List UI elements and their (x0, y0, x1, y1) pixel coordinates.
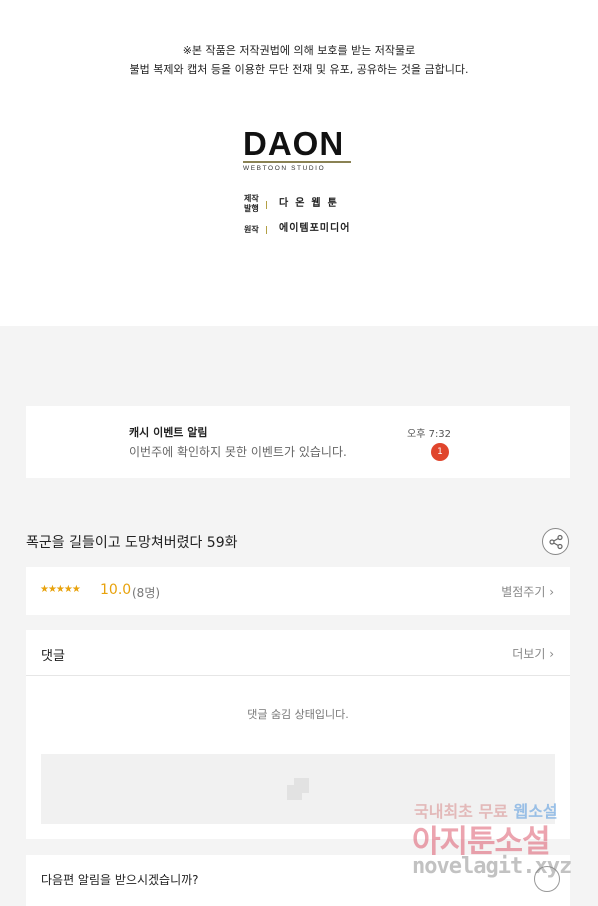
comments-section: 댓글 더보기 › 댓글 숨김 상태입니다. (26, 630, 570, 839)
share-button[interactable] (542, 528, 569, 555)
star-rating-icons: ★★★★★ (40, 584, 81, 595)
credit-separator (266, 201, 267, 209)
comments-more-link[interactable]: 더보기 › (512, 645, 554, 662)
notification-message: 이번주에 확인하지 못한 이벤트가 있습니다. (129, 445, 347, 459)
comments-header: 댓글 (41, 649, 65, 664)
next-episode-alert: 다음편 알림을 받으시겠습니까? (26, 855, 570, 906)
image-placeholder-icon (287, 778, 309, 800)
logo-wordmark: DAON (243, 125, 345, 162)
credit-production: 제작 발행 다온웹툰 (244, 194, 364, 216)
rating-bar: ★★★★★ 10.0 (8명) 별점주기 › (26, 567, 570, 615)
alert-toggle-button[interactable] (534, 866, 560, 892)
credit-label: 원작 (244, 225, 259, 234)
episode-title: 폭군을 길들이고 도망쳐버렸다 59화 (26, 535, 238, 551)
notification-badge: 1 (431, 443, 449, 461)
rate-button[interactable]: 별점주기 › (501, 583, 554, 600)
credit-value: 에이템포미디어 (279, 223, 351, 234)
next-alert-question: 다음편 알림을 받으시겠습니까? (41, 873, 199, 887)
event-notification[interactable]: 캐시 이벤트 알림 이번주에 확인하지 못한 이벤트가 있습니다. 오후 7:3… (26, 406, 570, 478)
copyright-line-1: ※본 작품은 저작권법에 의해 보호를 받는 저작물로 (182, 44, 416, 57)
rating-count: (8명) (132, 586, 161, 600)
divider (26, 675, 570, 676)
rating-score: 10.0 (100, 582, 132, 598)
share-icon (549, 534, 563, 550)
credit-label-top: 제작 (244, 194, 259, 203)
credit-separator (266, 226, 267, 234)
notification-title: 캐시 이벤트 알림 (129, 426, 208, 439)
ad-placeholder (41, 754, 555, 824)
daon-logo: DAON WEBTOON STUDIO (243, 125, 353, 172)
copyright-line-2: 불법 복제와 캡처 등을 이용한 무단 전재 및 유포, 공유하는 것을 금합니… (129, 63, 469, 76)
notification-time: 오후 7:32 (407, 429, 452, 440)
copyright-section: ※본 작품은 저작권법에 의해 보호를 받는 저작물로 불법 복제와 캡처 등을… (0, 0, 598, 326)
comments-hidden-message: 댓글 숨김 상태입니다. (247, 708, 349, 721)
credit-original: 원작 에이템포미디어 (244, 224, 364, 236)
credit-value: 다온웹툰 (279, 198, 344, 209)
credit-label-bottom: 발행 (244, 204, 259, 213)
logo-subtext: WEBTOON STUDIO (243, 165, 326, 172)
